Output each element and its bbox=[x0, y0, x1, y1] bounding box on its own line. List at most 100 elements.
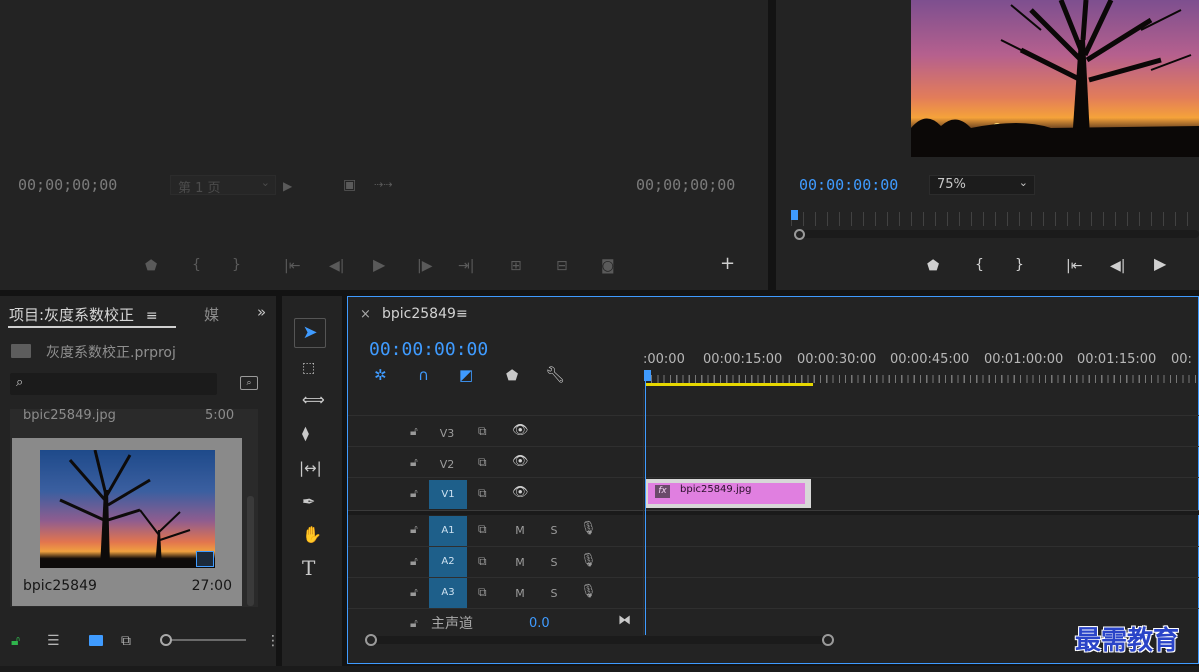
zoom-select[interactable]: 75% ⌄ bbox=[929, 175, 1035, 195]
scroll-handle-icon[interactable] bbox=[794, 229, 805, 240]
step-back-icon[interactable]: ◀| bbox=[329, 258, 344, 274]
sync-lock-icon[interactable]: ⧉ bbox=[478, 553, 487, 569]
mute-button[interactable]: M bbox=[513, 524, 527, 537]
insert-clip-icon[interactable]: ⊞ bbox=[510, 258, 522, 274]
mute-button[interactable]: M bbox=[513, 556, 527, 569]
solo-button[interactable]: S bbox=[547, 587, 561, 600]
microphone-icon[interactable]: 🎙︎ bbox=[580, 521, 597, 537]
selection-tool-icon[interactable]: ➤ bbox=[294, 318, 326, 348]
scroll-end-handle-icon[interactable] bbox=[822, 634, 834, 646]
mark-in-icon[interactable]: { bbox=[192, 257, 201, 273]
close-icon[interactable]: × bbox=[360, 307, 371, 322]
track-label-v3[interactable]: V3 bbox=[436, 427, 458, 440]
pen-tool-icon[interactable]: ✒ bbox=[302, 494, 315, 510]
lock-icon[interactable]: 🔓︎ bbox=[410, 584, 418, 600]
sync-lock-icon[interactable]: ⧉ bbox=[478, 485, 487, 501]
timeline-scroll-track[interactable] bbox=[370, 636, 828, 644]
program-timecode[interactable]: 00:00:00:00 bbox=[799, 176, 898, 194]
timeline-timecode[interactable]: 00:00:00:00 bbox=[369, 339, 488, 360]
track-label-a3[interactable]: A3 bbox=[429, 578, 467, 608]
add-marker-icon[interactable]: ⬟ bbox=[927, 258, 939, 274]
step-back-icon[interactable]: ◀| bbox=[1110, 258, 1125, 274]
linked-selection-icon[interactable]: ◩ bbox=[459, 367, 473, 383]
zoom-slider[interactable] bbox=[166, 639, 246, 641]
export-frame-icon[interactable]: ▣ bbox=[343, 177, 356, 193]
menu-icon[interactable]: ≡ bbox=[146, 308, 158, 324]
list-item-top-name[interactable]: bpic25849.jpg bbox=[23, 408, 116, 423]
insert-icon[interactable]: ⇢⇢ bbox=[374, 177, 392, 193]
play-small-icon[interactable]: ▶ bbox=[283, 178, 292, 194]
sync-lock-icon[interactable]: ⧉ bbox=[478, 584, 487, 600]
media-thumbnail-card[interactable]: bpic25849 27:00 bbox=[12, 438, 242, 606]
add-marker-icon[interactable]: ⬟ bbox=[506, 368, 518, 384]
mark-out-icon[interactable]: } bbox=[232, 257, 241, 273]
source-timecode-out[interactable]: 00;00;00;00 bbox=[636, 176, 735, 194]
list-view-icon[interactable]: ☰ bbox=[47, 633, 60, 649]
program-scroll-track[interactable] bbox=[796, 230, 1199, 238]
bin-scrollbar[interactable] bbox=[247, 496, 254, 606]
work-area-bar[interactable] bbox=[645, 383, 813, 386]
lock-icon[interactable]: 🔓︎ bbox=[410, 553, 418, 569]
eye-icon[interactable]: 👁︎ bbox=[512, 485, 529, 501]
slip-tool-icon[interactable]: |↔| bbox=[299, 460, 322, 476]
step-forward-icon[interactable]: |▶ bbox=[417, 258, 432, 274]
play-icon[interactable]: ▶ bbox=[1154, 256, 1166, 272]
lock-icon[interactable]: 🔓︎ bbox=[410, 423, 418, 439]
camera-icon[interactable]: ◙ bbox=[601, 258, 615, 274]
ripple-edit-tool-icon[interactable]: ⟺ bbox=[302, 392, 325, 408]
microphone-icon[interactable]: 🎙︎ bbox=[580, 584, 597, 600]
nest-icon[interactable]: ✲ bbox=[374, 367, 387, 383]
scroll-start-handle-icon[interactable] bbox=[365, 634, 377, 646]
solo-button[interactable]: S bbox=[547, 556, 561, 569]
mute-button[interactable]: M bbox=[513, 587, 527, 600]
freeform-view-icon[interactable]: ⧉ bbox=[121, 633, 131, 649]
snap-icon[interactable]: ∩ bbox=[418, 367, 429, 383]
go-to-in-icon[interactable]: |⇤ bbox=[284, 258, 300, 274]
play-icon[interactable]: ▶ bbox=[373, 257, 385, 273]
eye-icon[interactable]: 👁︎ bbox=[512, 423, 529, 439]
mark-out-icon[interactable]: } bbox=[1015, 257, 1024, 273]
search-input[interactable]: ⌕ bbox=[10, 373, 217, 395]
lock-icon[interactable]: 🔓︎ bbox=[410, 521, 418, 537]
program-ruler[interactable] bbox=[791, 212, 1199, 226]
lock-icon[interactable]: 🔓︎ bbox=[410, 615, 418, 631]
lock-icon[interactable]: 🔓︎ bbox=[11, 633, 20, 649]
find-icon[interactable]: ⌕ bbox=[240, 376, 258, 390]
source-timecode-in[interactable]: 00;00;00;00 bbox=[18, 176, 117, 194]
program-playhead[interactable] bbox=[791, 210, 798, 220]
expand-master-icon[interactable]: ⧓ bbox=[618, 613, 631, 629]
media-tab[interactable]: 媒 bbox=[204, 304, 219, 325]
solo-button[interactable]: S bbox=[547, 524, 561, 537]
page-select[interactable]: 第 1 页 ⌄ bbox=[170, 175, 276, 196]
type-tool-icon[interactable]: T bbox=[302, 558, 315, 578]
more-icon[interactable]: ⋮ bbox=[266, 633, 280, 649]
track-label-v1[interactable]: V1 bbox=[429, 480, 467, 509]
master-volume-value[interactable]: 0.0 bbox=[529, 616, 550, 631]
track-label-v2[interactable]: V2 bbox=[436, 458, 458, 471]
overwrite-clip-icon[interactable]: ⊟ bbox=[556, 258, 568, 274]
sync-lock-icon[interactable]: ⧉ bbox=[478, 423, 487, 439]
microphone-icon[interactable]: 🎙︎ bbox=[580, 553, 597, 569]
track-label-a1[interactable]: A1 bbox=[429, 516, 467, 546]
sequence-menu-icon[interactable]: ≡ bbox=[456, 306, 468, 322]
sequence-tab-label[interactable]: bpic25849 bbox=[382, 306, 456, 322]
eye-icon[interactable]: 👁︎ bbox=[512, 454, 529, 470]
wrench-icon[interactable]: 🔧︎ bbox=[545, 367, 565, 383]
track-label-a2[interactable]: A2 bbox=[429, 547, 467, 577]
sync-lock-icon[interactable]: ⧉ bbox=[478, 454, 487, 470]
hand-tool-icon[interactable]: ✋ bbox=[302, 527, 322, 543]
expand-icon[interactable]: » bbox=[257, 303, 266, 321]
timeline-clip[interactable]: fx bpic25849.jpg bbox=[645, 479, 811, 508]
add-marker-icon[interactable]: ⬟ bbox=[145, 258, 157, 274]
timeline-ruler[interactable]: :00:00 00:00:15:00 00:00:30:00 00:00:45:… bbox=[643, 345, 1199, 387]
go-to-in-icon[interactable]: |⇤ bbox=[1066, 258, 1082, 274]
track-select-tool-icon[interactable]: ⬚ bbox=[302, 360, 315, 376]
mark-in-icon[interactable]: { bbox=[975, 257, 984, 273]
go-to-out-icon[interactable]: ⇥| bbox=[458, 258, 474, 274]
lock-icon[interactable]: 🔓︎ bbox=[410, 454, 418, 470]
add-button-icon[interactable]: + bbox=[720, 255, 735, 273]
zoom-slider-handle[interactable] bbox=[160, 634, 172, 646]
project-tab[interactable]: 项目:灰度系数校正 ≡ bbox=[9, 304, 158, 325]
razor-tool-icon[interactable]: ⧫ bbox=[302, 426, 309, 442]
icon-view-icon[interactable] bbox=[89, 635, 103, 646]
